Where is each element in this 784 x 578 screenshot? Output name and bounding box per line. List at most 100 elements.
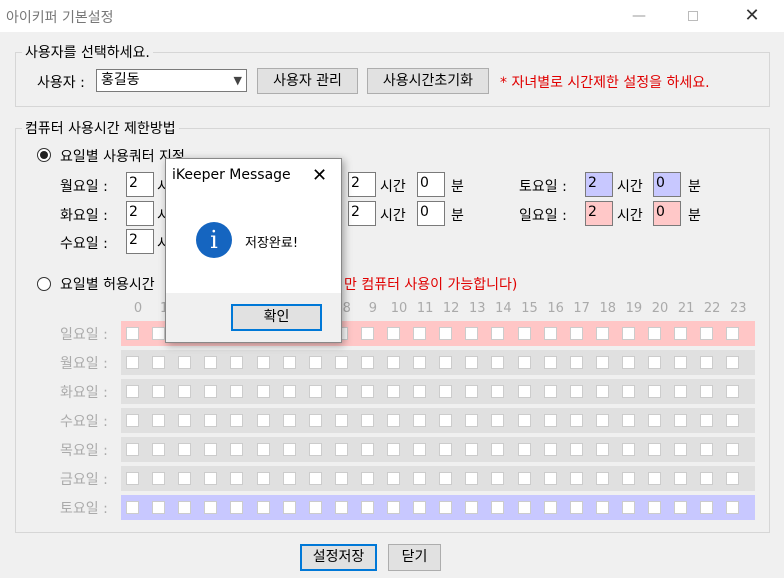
hour-checkbox[interactable] [204, 414, 218, 427]
hour-checkbox[interactable] [439, 356, 453, 369]
hour-checkbox[interactable] [595, 472, 609, 485]
hour-checkbox[interactable] [413, 501, 427, 514]
hour-checkbox[interactable] [595, 443, 609, 456]
hour-checkbox[interactable] [126, 472, 139, 485]
hour-checkbox[interactable] [256, 501, 270, 514]
hour-checkbox[interactable] [308, 501, 322, 514]
user-select[interactable]: 홍길동 ▼ [96, 69, 247, 92]
hour-checkbox[interactable] [700, 356, 714, 369]
hour-checkbox[interactable] [256, 472, 270, 485]
hour-checkbox[interactable] [465, 385, 479, 398]
hour-checkbox[interactable] [569, 472, 583, 485]
hour-checkbox[interactable] [439, 443, 453, 456]
hour-checkbox[interactable] [439, 501, 453, 514]
hour-checkbox[interactable] [491, 327, 505, 340]
hour-checkbox[interactable] [360, 385, 374, 398]
hour-checkbox[interactable] [517, 501, 531, 514]
hour-checkbox[interactable] [439, 327, 453, 340]
hour-checkbox[interactable] [334, 385, 348, 398]
hour-checkbox[interactable] [152, 501, 166, 514]
minimize-button[interactable]: — [616, 0, 662, 32]
quota-radio[interactable] [37, 148, 51, 162]
hour-checkbox[interactable] [178, 472, 192, 485]
hour-checkbox[interactable] [387, 356, 400, 369]
hour-checkbox[interactable] [543, 501, 557, 514]
sun-hours-input[interactable]: 2 [585, 201, 613, 226]
hour-checkbox[interactable] [726, 443, 740, 456]
hour-checkbox[interactable] [178, 443, 192, 456]
hour-checkbox[interactable] [465, 443, 479, 456]
hour-checkbox[interactable] [543, 414, 557, 427]
hour-checkbox[interactable] [308, 472, 322, 485]
hour-checkbox[interactable] [595, 501, 609, 514]
hour-checkbox[interactable] [726, 385, 740, 398]
hour-checkbox[interactable] [621, 327, 635, 340]
hour-checkbox[interactable] [256, 385, 270, 398]
hour-checkbox[interactable] [700, 327, 714, 340]
hour-checkbox[interactable] [595, 414, 609, 427]
hour-checkbox[interactable] [282, 472, 296, 485]
fri-hours-input[interactable]: 2 [348, 201, 376, 226]
hour-checkbox[interactable] [621, 385, 635, 398]
hour-checkbox[interactable] [334, 472, 348, 485]
hour-checkbox[interactable] [152, 443, 166, 456]
hour-checkbox[interactable] [700, 443, 714, 456]
hour-checkbox[interactable] [152, 472, 166, 485]
hour-checkbox[interactable] [439, 472, 453, 485]
hour-checkbox[interactable] [360, 501, 374, 514]
hour-checkbox[interactable] [360, 443, 374, 456]
hour-checkbox[interactable] [621, 414, 635, 427]
hour-checkbox[interactable] [726, 472, 740, 485]
hour-checkbox[interactable] [387, 385, 400, 398]
hour-checkbox[interactable] [126, 443, 139, 456]
hour-checkbox[interactable] [308, 443, 322, 456]
hour-checkbox[interactable] [726, 501, 740, 514]
hour-checkbox[interactable] [126, 414, 139, 427]
hour-checkbox[interactable] [465, 356, 479, 369]
hour-checkbox[interactable] [334, 356, 348, 369]
hour-checkbox[interactable] [595, 385, 609, 398]
hour-checkbox[interactable] [256, 356, 270, 369]
hour-checkbox[interactable] [517, 414, 531, 427]
hour-checkbox[interactable] [543, 443, 557, 456]
hour-checkbox[interactable] [517, 356, 531, 369]
hour-checkbox[interactable] [517, 472, 531, 485]
hour-checkbox[interactable] [465, 327, 479, 340]
manage-users-button[interactable]: 사용자 관리 [257, 68, 358, 94]
window-close-button[interactable]: ✕ [729, 0, 775, 32]
hour-checkbox[interactable] [465, 501, 479, 514]
hour-checkbox[interactable] [360, 356, 374, 369]
hour-checkbox[interactable] [360, 414, 374, 427]
maximize-button[interactable] [670, 0, 716, 32]
hour-checkbox[interactable] [491, 472, 505, 485]
hour-checkbox[interactable] [413, 414, 427, 427]
hour-checkbox[interactable] [204, 472, 218, 485]
hour-checkbox[interactable] [126, 327, 139, 340]
hour-checkbox[interactable] [621, 472, 635, 485]
hour-checkbox[interactable] [621, 443, 635, 456]
hour-checkbox[interactable] [178, 356, 192, 369]
dialog-ok-button[interactable]: 확인 [231, 304, 322, 331]
hour-checkbox[interactable] [334, 443, 348, 456]
hour-checkbox[interactable] [387, 414, 400, 427]
hour-checkbox[interactable] [126, 356, 139, 369]
hour-checkbox[interactable] [439, 385, 453, 398]
sun-minutes-input[interactable]: 0 [653, 201, 681, 226]
hour-checkbox[interactable] [152, 327, 166, 340]
allowed-time-radio[interactable] [37, 277, 51, 291]
hour-checkbox[interactable] [152, 385, 166, 398]
hour-checkbox[interactable] [491, 443, 505, 456]
hour-checkbox[interactable] [282, 414, 296, 427]
hour-checkbox[interactable] [465, 472, 479, 485]
hour-checkbox[interactable] [152, 414, 166, 427]
hour-checkbox[interactable] [674, 501, 688, 514]
hour-checkbox[interactable] [543, 356, 557, 369]
hour-checkbox[interactable] [178, 501, 192, 514]
hour-checkbox[interactable] [595, 356, 609, 369]
hour-checkbox[interactable] [126, 385, 139, 398]
hour-checkbox[interactable] [648, 356, 661, 369]
dialog-close-button[interactable]: ✕ [312, 165, 327, 186]
hour-checkbox[interactable] [360, 327, 374, 340]
hour-checkbox[interactable] [648, 472, 661, 485]
hour-checkbox[interactable] [700, 414, 714, 427]
